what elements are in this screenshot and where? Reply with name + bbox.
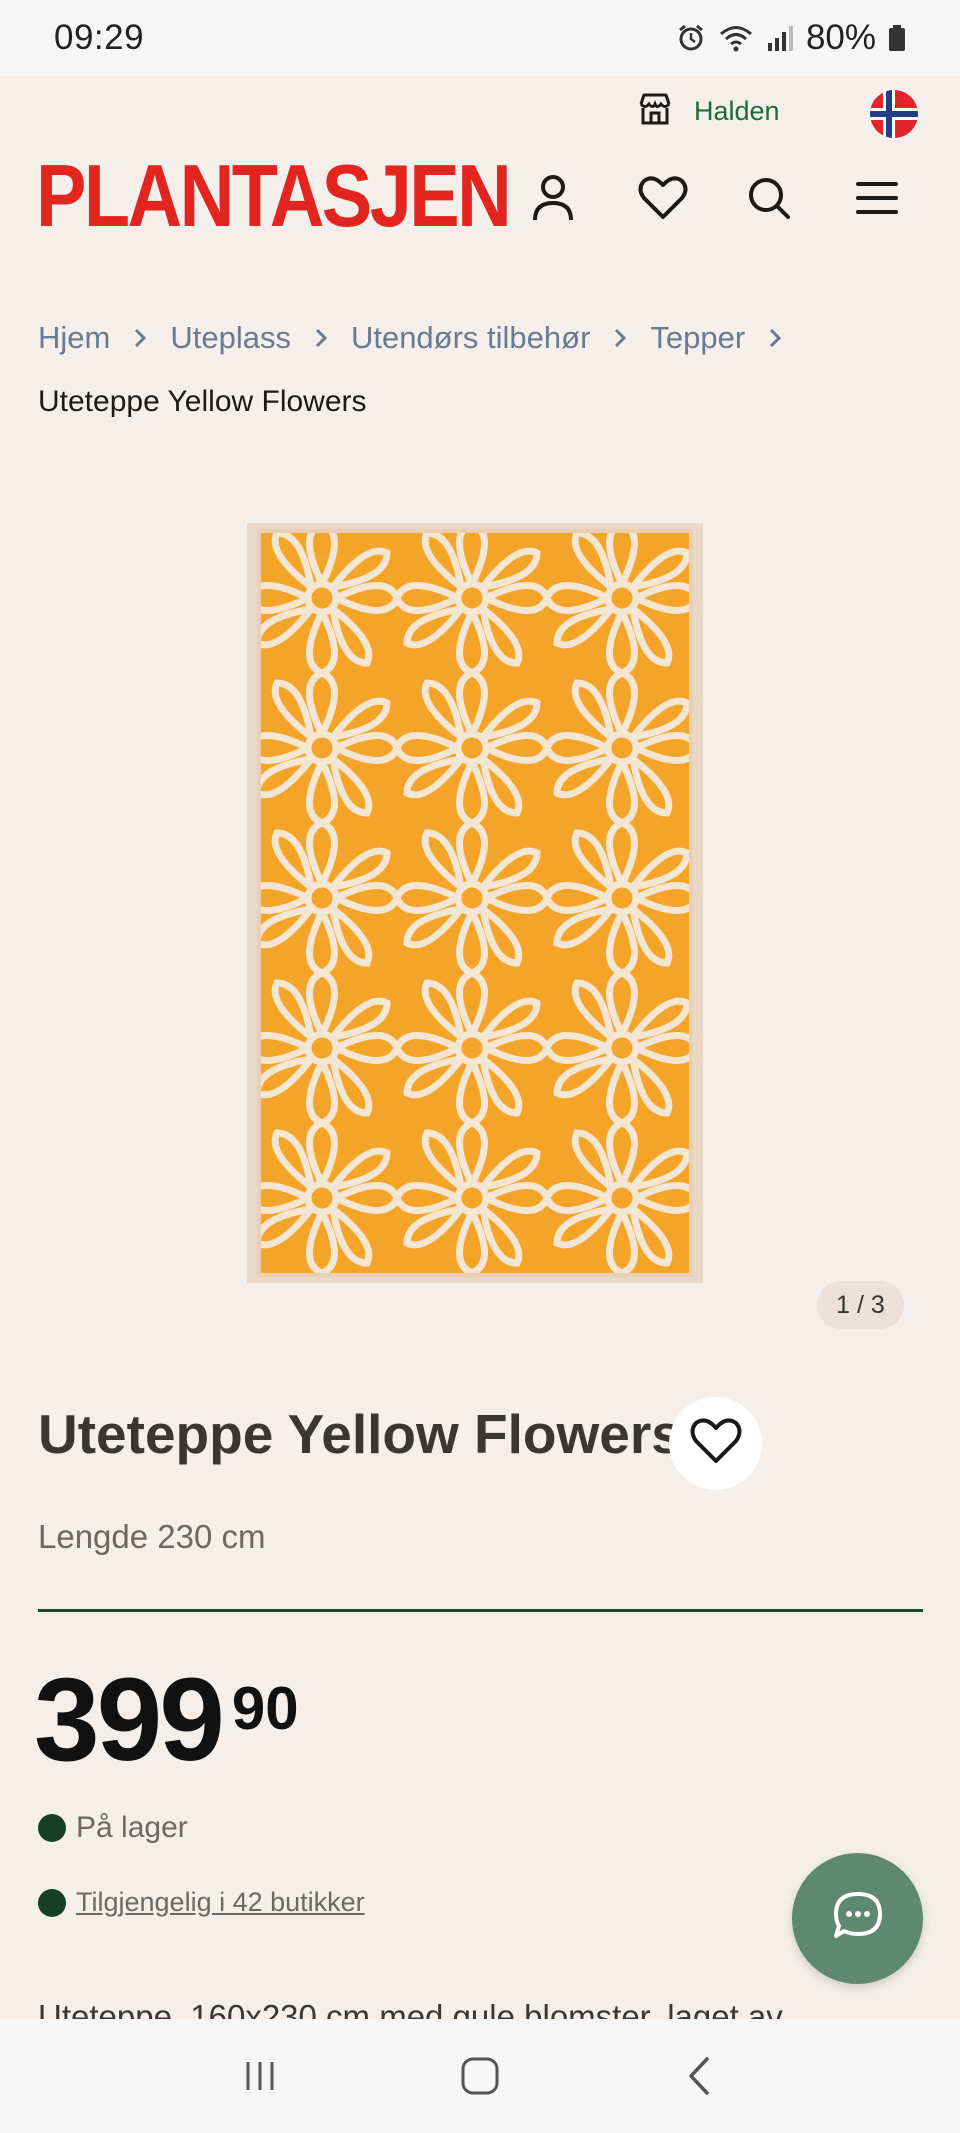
chevron-right-icon <box>590 327 650 349</box>
breadcrumb-item-uteplass[interactable]: Uteplass <box>170 320 291 356</box>
product-image[interactable] <box>247 523 703 1283</box>
chat-button[interactable] <box>792 1853 923 1984</box>
battery-level: 80% <box>805 18 876 57</box>
account-icon[interactable] <box>525 170 581 226</box>
chevron-right-icon <box>110 327 170 349</box>
chevron-right-icon <box>291 327 351 349</box>
add-to-wishlist-button[interactable] <box>669 1397 762 1490</box>
search-icon[interactable] <box>741 170 797 226</box>
store-selector[interactable]: Halden <box>636 90 780 133</box>
signal-icon <box>766 23 794 53</box>
product-variant: Lengde 230 cm <box>38 1518 266 1555</box>
chat-bubble-icon <box>830 1888 886 1949</box>
heart-icon[interactable] <box>635 170 691 226</box>
store-icon <box>636 90 674 133</box>
plantasjen-logo[interactable]: PLANTASJEN <box>36 152 512 240</box>
store-name: Halden <box>694 96 780 126</box>
breadcrumb-current: Uteteppe Yellow Flowers <box>38 385 367 418</box>
divider <box>38 1609 923 1612</box>
stock-dot <box>38 1814 66 1842</box>
breadcrumb-item-tepper[interactable]: Tepper <box>650 320 745 356</box>
description-text: Uteteppe, 160x230 cm med gule blomster, … <box>38 1998 783 2019</box>
breadcrumb-item-hjem[interactable]: Hjem <box>38 320 110 356</box>
wifi-icon <box>718 23 754 53</box>
recents-icon[interactable] <box>230 2046 290 2106</box>
battery-icon <box>888 23 906 53</box>
system-nav-bar <box>0 2019 960 2133</box>
status-time: 09:29 <box>54 18 145 57</box>
product-title: Uteteppe Yellow Flowers <box>38 1403 682 1465</box>
heart-icon <box>690 1417 742 1470</box>
status-bar: 09:29 80% <box>0 0 960 76</box>
availability-row: Tilgjengelig i 42 butikker <box>38 1887 365 1918</box>
breadcrumb-item-utendors-tilbehor[interactable]: Utendørs tilbehør <box>351 320 590 356</box>
stock-status: På lager <box>38 1811 188 1845</box>
menu-icon[interactable] <box>849 170 905 226</box>
back-icon[interactable] <box>670 2046 730 2106</box>
alarm-icon <box>676 23 706 53</box>
home-icon[interactable] <box>450 2046 510 2106</box>
price-decimals: 90 <box>231 1675 299 1742</box>
price: 399 90 <box>34 1660 299 1780</box>
chevron-right-icon <box>745 327 805 349</box>
price-main: 399 <box>34 1654 225 1786</box>
status-icons: 80% <box>676 18 906 58</box>
header-actions <box>525 170 925 226</box>
availability-dot <box>38 1888 66 1917</box>
gallery-pager: 1 / 3 <box>817 1281 904 1329</box>
stock-text: På lager <box>76 1811 188 1844</box>
breadcrumb: Hjem Uteplass Utendørs tilbehør Tepper <box>38 320 805 356</box>
availability-link[interactable]: Tilgjengelig i 42 butikker <box>76 1887 365 1918</box>
product-description: Uteteppe, 160x230 cm med gule blomster, … <box>38 1993 938 2019</box>
norway-flag-icon[interactable] <box>870 90 918 138</box>
